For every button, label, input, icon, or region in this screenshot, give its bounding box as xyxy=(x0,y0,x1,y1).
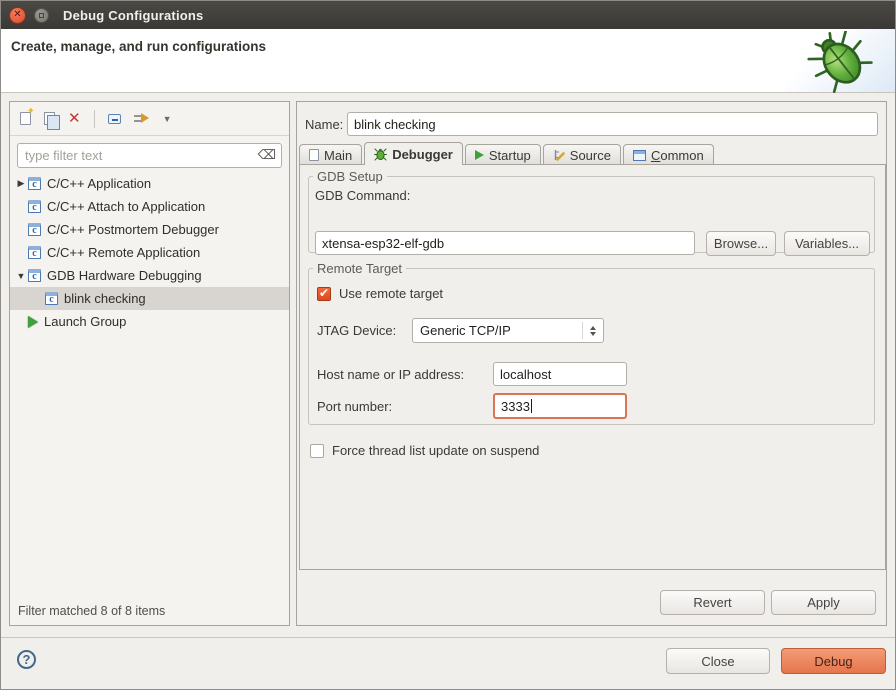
c-application-icon xyxy=(28,246,41,259)
tree-item-cpp-postmortem[interactable]: C/C++ Postmortem Debugger xyxy=(10,218,289,241)
tab-main[interactable]: Main xyxy=(299,144,362,165)
name-input[interactable] xyxy=(347,112,878,136)
text-caret xyxy=(531,399,532,413)
titlebar: ✕ Debug Configurations xyxy=(1,1,895,29)
window-restore-button[interactable] xyxy=(34,8,49,23)
use-remote-target-checkbox[interactable]: Use remote target xyxy=(317,286,443,301)
gdb-setup-group: GDB Setup GDB Command: Browse... Variabl… xyxy=(308,169,875,253)
checkbox-unchecked-icon[interactable] xyxy=(310,444,324,458)
host-label: Host name or IP address: xyxy=(317,367,464,382)
question-mark-icon: ? xyxy=(23,652,31,667)
apply-button[interactable]: Apply xyxy=(771,590,876,615)
collapse-all-icon[interactable] xyxy=(108,114,121,124)
page-icon xyxy=(309,149,319,161)
browse-button[interactable]: Browse... xyxy=(706,231,776,256)
tree-item-cpp-remote[interactable]: C/C++ Remote Application xyxy=(10,241,289,264)
c-application-icon xyxy=(28,269,41,282)
c-application-icon xyxy=(28,177,41,190)
expand-arrow-icon[interactable]: ▶ xyxy=(14,178,28,189)
banner: Create, manage, and run configurations xyxy=(1,29,895,93)
launch-group-icon xyxy=(28,316,38,328)
revert-button[interactable]: Revert xyxy=(660,590,765,615)
bug-icon xyxy=(805,31,877,93)
gdb-setup-legend: GDB Setup xyxy=(313,169,387,184)
footer-divider xyxy=(1,637,895,638)
debug-button[interactable]: Debug xyxy=(781,648,886,674)
c-application-icon xyxy=(28,223,41,236)
filter-box: ⌫ xyxy=(17,143,282,168)
source-icon xyxy=(553,149,565,161)
remote-target-group: Remote Target Use remote target JTAG Dev… xyxy=(308,261,875,425)
port-input[interactable]: 3333 xyxy=(493,393,627,419)
configurations-toolbar: ✕ ▼ xyxy=(10,102,289,136)
jtag-device-combo[interactable]: Generic TCP/IP xyxy=(412,318,604,343)
configurations-panel: ✕ ▼ ⌫ ▶ C/C++ Application C/C++ Attach t… xyxy=(9,101,290,626)
clear-filter-icon[interactable]: ⌫ xyxy=(258,147,276,163)
window-frame-icon xyxy=(633,150,646,161)
tree-item-blink-checking[interactable]: blink checking xyxy=(10,287,289,310)
c-application-icon xyxy=(28,200,41,213)
combo-spinner-icon xyxy=(582,322,596,339)
collapse-arrow-icon[interactable]: ▼ xyxy=(14,271,28,281)
window-close-button[interactable]: ✕ xyxy=(9,7,26,24)
force-thread-checkbox[interactable]: Force thread list update on suspend xyxy=(310,443,539,458)
help-button[interactable]: ? xyxy=(17,650,36,669)
banner-heading: Create, manage, and run configurations xyxy=(11,39,266,54)
filter-match-status: Filter matched 8 of 8 items xyxy=(18,604,165,618)
tree-item-cpp-attach[interactable]: C/C++ Attach to Application xyxy=(10,195,289,218)
tree-item-launch-group[interactable]: Launch Group xyxy=(10,310,289,333)
duplicate-configuration-icon[interactable] xyxy=(44,112,55,125)
toolbar-separator xyxy=(94,110,95,128)
port-label: Port number: xyxy=(317,399,392,414)
tree-item-cpp-application[interactable]: ▶ C/C++ Application xyxy=(10,172,289,195)
tab-startup[interactable]: Startup xyxy=(465,144,541,165)
gdb-command-label: GDB Command: xyxy=(315,188,410,203)
jtag-device-label: JTAG Device: xyxy=(317,323,396,338)
close-button[interactable]: Close xyxy=(666,648,770,674)
debugger-tab-content: GDB Setup GDB Command: Browse... Variabl… xyxy=(299,164,886,570)
checkbox-checked-icon[interactable] xyxy=(317,287,331,301)
window-title: Debug Configurations xyxy=(63,8,204,23)
filter-configurations-icon[interactable] xyxy=(134,112,150,125)
new-configuration-icon[interactable] xyxy=(20,112,31,125)
remote-target-legend: Remote Target xyxy=(313,261,406,276)
tree-item-gdb-hardware-debugging[interactable]: ▼ GDB Hardware Debugging xyxy=(10,264,289,287)
debug-configurations-dialog: ✕ Debug Configurations Create, manage, a… xyxy=(0,0,896,690)
startup-play-icon xyxy=(475,150,484,160)
delete-configuration-icon[interactable]: ✕ xyxy=(68,111,81,126)
tab-common[interactable]: Common xyxy=(623,144,714,165)
name-label: Name: xyxy=(305,117,343,132)
debugger-bug-icon xyxy=(374,148,387,161)
gdb-command-input[interactable] xyxy=(315,231,695,255)
tab-bar: Main Debugger Startup xyxy=(299,142,714,165)
filter-input[interactable] xyxy=(17,143,282,168)
toolbar-menu-chevron-icon[interactable]: ▼ xyxy=(163,114,172,124)
configuration-detail-panel: Name: Main Debugger Star xyxy=(296,101,887,626)
c-application-icon xyxy=(45,292,58,305)
tab-debugger[interactable]: Debugger xyxy=(364,142,463,165)
variables-button[interactable]: Variables... xyxy=(784,231,870,256)
tab-source[interactable]: Source xyxy=(543,144,621,165)
host-input[interactable] xyxy=(493,362,627,386)
configuration-tree: ▶ C/C++ Application C/C++ Attach to Appl… xyxy=(10,172,289,333)
